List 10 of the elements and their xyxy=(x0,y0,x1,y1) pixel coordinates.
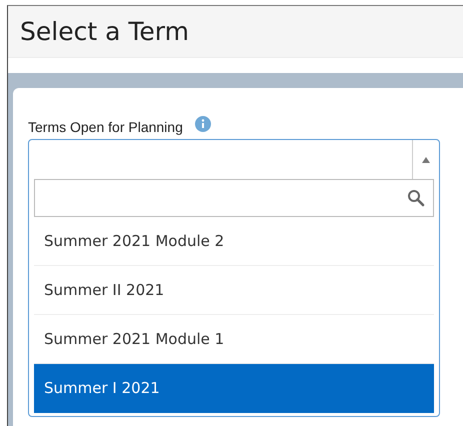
info-icon[interactable] xyxy=(194,116,211,132)
term-option[interactable]: Summer II 2021 xyxy=(34,266,434,315)
term-option[interactable]: Summer 2021 Module 2 xyxy=(34,217,434,266)
search-icon[interactable] xyxy=(407,189,425,207)
term-dropdown[interactable]: Summer 2021 Module 2 Summer II 2021 Summer 2021 Module 1 Summer I 2021 xyxy=(28,139,440,417)
field-label: Terms Open for Planning xyxy=(28,119,183,135)
page-title: Select a Term xyxy=(20,17,189,46)
caret-icon[interactable] xyxy=(421,156,431,164)
search-field[interactable] xyxy=(34,179,434,217)
term-option[interactable]: Summer I 2021 xyxy=(34,364,434,413)
